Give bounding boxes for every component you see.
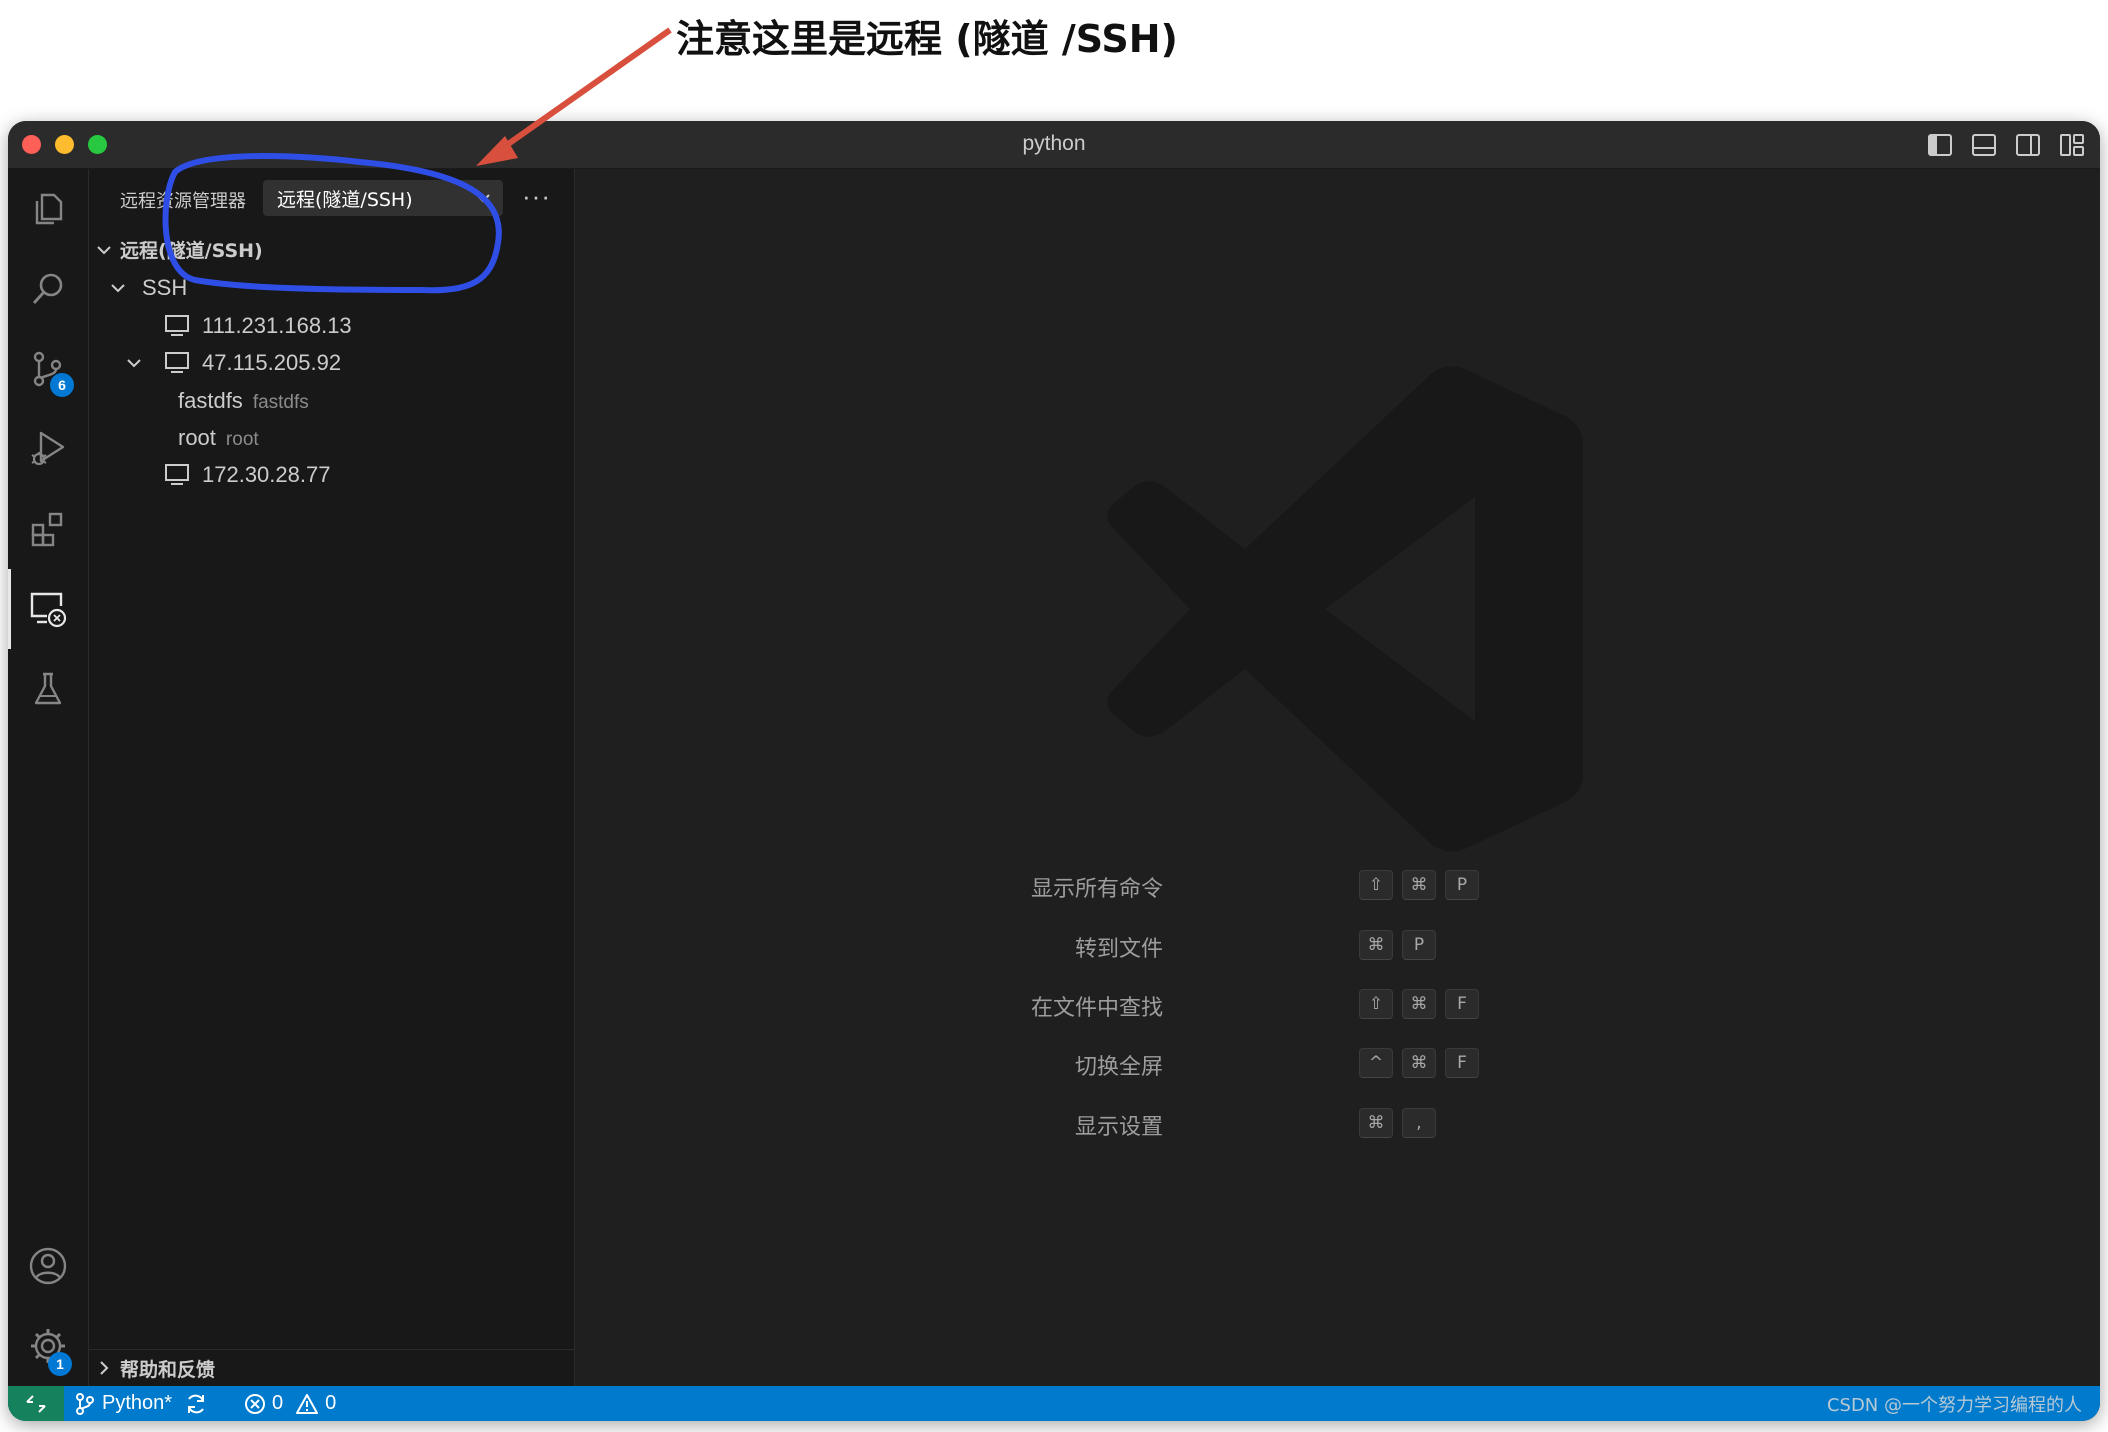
status-bar: Python* 0 0 CSDN @一个努力学习编程的人 xyxy=(8,1386,2100,1421)
ssh-host-label: 172.30.28.77 xyxy=(202,461,331,487)
vscode-logo-watermark-icon xyxy=(1107,366,1583,852)
explorer-icon[interactable] xyxy=(8,169,88,249)
window-title: python xyxy=(1022,132,1086,155)
ssh-group[interactable]: SSH xyxy=(89,269,574,306)
source-control-icon[interactable]: 6 xyxy=(8,329,88,409)
shortcut-key: P xyxy=(1402,930,1436,960)
ssh-host-label: 47.115.205.92 xyxy=(202,349,342,375)
shortcut-key: ⌘ xyxy=(1359,1108,1393,1138)
shortcut-label: 转到文件 xyxy=(1074,937,1163,962)
shortcut-key: ⇧ xyxy=(1359,989,1393,1019)
remote-indicator-button[interactable] xyxy=(8,1386,64,1421)
chevron-down-icon xyxy=(97,246,111,255)
shortcut-key: ⌘ xyxy=(1402,989,1436,1019)
shortcut-key: ^ xyxy=(1359,1048,1393,1078)
toggle-primary-sidebar-icon[interactable] xyxy=(1926,131,1954,159)
ssh-host[interactable]: 111.231.168.13 xyxy=(89,307,574,344)
shortcut-key: F xyxy=(1445,989,1479,1019)
help-feedback-section[interactable]: 帮助和反馈 xyxy=(89,1349,574,1386)
ssh-folder-description: root xyxy=(225,428,259,450)
more-actions-button[interactable]: ··· xyxy=(522,181,551,212)
toggle-panel-icon[interactable] xyxy=(1970,131,1998,159)
remote-explorer-sidebar: 远程资源管理器 远程(隧道/SSH) ··· 远程(隧道/SSH) SSH 11… xyxy=(89,169,575,1386)
source-control-badge: 6 xyxy=(50,373,74,397)
remote-section-title: 远程(隧道/SSH) xyxy=(120,240,263,262)
remote-icon xyxy=(26,1394,46,1413)
shortcut-key: ⌘ xyxy=(1402,1048,1436,1078)
error-icon xyxy=(245,1393,265,1414)
monitor-icon xyxy=(165,315,189,336)
annotation-text: 注意这里是远程 (隧道 /SSH) xyxy=(676,17,1178,61)
ssh-group-label: SSH xyxy=(142,274,188,300)
sync-icon[interactable] xyxy=(184,1392,208,1416)
customize-layout-icon[interactable] xyxy=(2058,131,2086,159)
monitor-icon xyxy=(165,464,189,485)
remote-explorer-icon[interactable] xyxy=(8,569,88,649)
title-bar: python xyxy=(8,121,2100,169)
remote-section-header[interactable]: 远程(隧道/SSH) xyxy=(89,231,574,268)
ssh-host[interactable]: 47.115.205.92 xyxy=(89,344,574,381)
ssh-folder-label: fastdfs xyxy=(178,387,243,413)
sidebar-header: 远程资源管理器 远程(隧道/SSH) ··· xyxy=(89,169,574,229)
remote-type-select[interactable]: 远程(隧道/SSH) xyxy=(263,180,503,216)
csdn-watermark: CSDN @一个努力学习编程的人 xyxy=(1826,1395,2082,1416)
editor-area: 显示所有命令 ⇧ ⌘ P 转到文件 ⌘ P 在文件中查找 ⇧ ⌘ F 切换全屏 … xyxy=(575,169,2100,1386)
toggle-secondary-sidebar-icon[interactable] xyxy=(2014,131,2042,159)
search-icon[interactable] xyxy=(8,249,88,329)
chevron-down-icon xyxy=(127,359,141,368)
remote-type-select-value: 远程(隧道/SSH) xyxy=(277,188,413,211)
shortcut-label: 在文件中查找 xyxy=(1030,996,1163,1021)
shortcut-key: ⌘ xyxy=(1359,930,1393,960)
problems-indicator[interactable]: 0 0 xyxy=(244,1386,336,1421)
shortcut-key: P xyxy=(1445,870,1479,900)
help-feedback-label: 帮助和反馈 xyxy=(120,1358,216,1381)
testing-icon[interactable] xyxy=(8,649,88,729)
error-count: 0 xyxy=(272,1392,284,1414)
vscode-window: python 6 1 远程资源管理器 远程(隧道/SSH) ··· 远程(隧道/… xyxy=(8,121,2100,1421)
branch-name: Python* xyxy=(102,1392,173,1414)
ssh-folder-label: root xyxy=(178,424,216,450)
sidebar-title: 远程资源管理器 xyxy=(120,191,246,212)
ssh-folder-item[interactable]: root root xyxy=(89,419,574,456)
run-debug-icon[interactable] xyxy=(8,409,88,489)
chevron-down-icon xyxy=(111,284,125,293)
activity-bar: 6 1 xyxy=(8,169,89,1386)
ssh-folder-item[interactable]: fastdfs fastdfs xyxy=(89,382,574,419)
monitor-icon xyxy=(165,352,189,373)
manage-badge: 1 xyxy=(48,1352,72,1376)
shortcut-label: 显示所有命令 xyxy=(1030,877,1163,902)
warning-count: 0 xyxy=(325,1392,337,1414)
manage-gear-icon[interactable]: 1 xyxy=(8,1306,88,1386)
shortcut-key: ⌘ xyxy=(1402,870,1436,900)
warning-icon xyxy=(296,1393,319,1414)
ssh-host-label: 111.231.168.13 xyxy=(202,312,352,338)
accounts-icon[interactable] xyxy=(8,1226,88,1306)
ssh-host[interactable]: 172.30.28.77 xyxy=(89,456,574,493)
shortcut-key: , xyxy=(1402,1108,1436,1138)
ssh-folder-description: fastdfs xyxy=(252,391,309,413)
extensions-icon[interactable] xyxy=(8,489,88,569)
shortcut-key: F xyxy=(1445,1048,1479,1078)
shortcut-key: ⇧ xyxy=(1359,870,1393,900)
chevron-right-icon xyxy=(100,1361,109,1375)
shortcut-label: 切换全屏 xyxy=(1074,1055,1163,1080)
branch-indicator[interactable]: Python* xyxy=(74,1386,208,1421)
chevron-down-icon xyxy=(476,194,490,203)
git-branch-icon xyxy=(76,1392,94,1415)
shortcut-label: 显示设置 xyxy=(1074,1115,1163,1140)
